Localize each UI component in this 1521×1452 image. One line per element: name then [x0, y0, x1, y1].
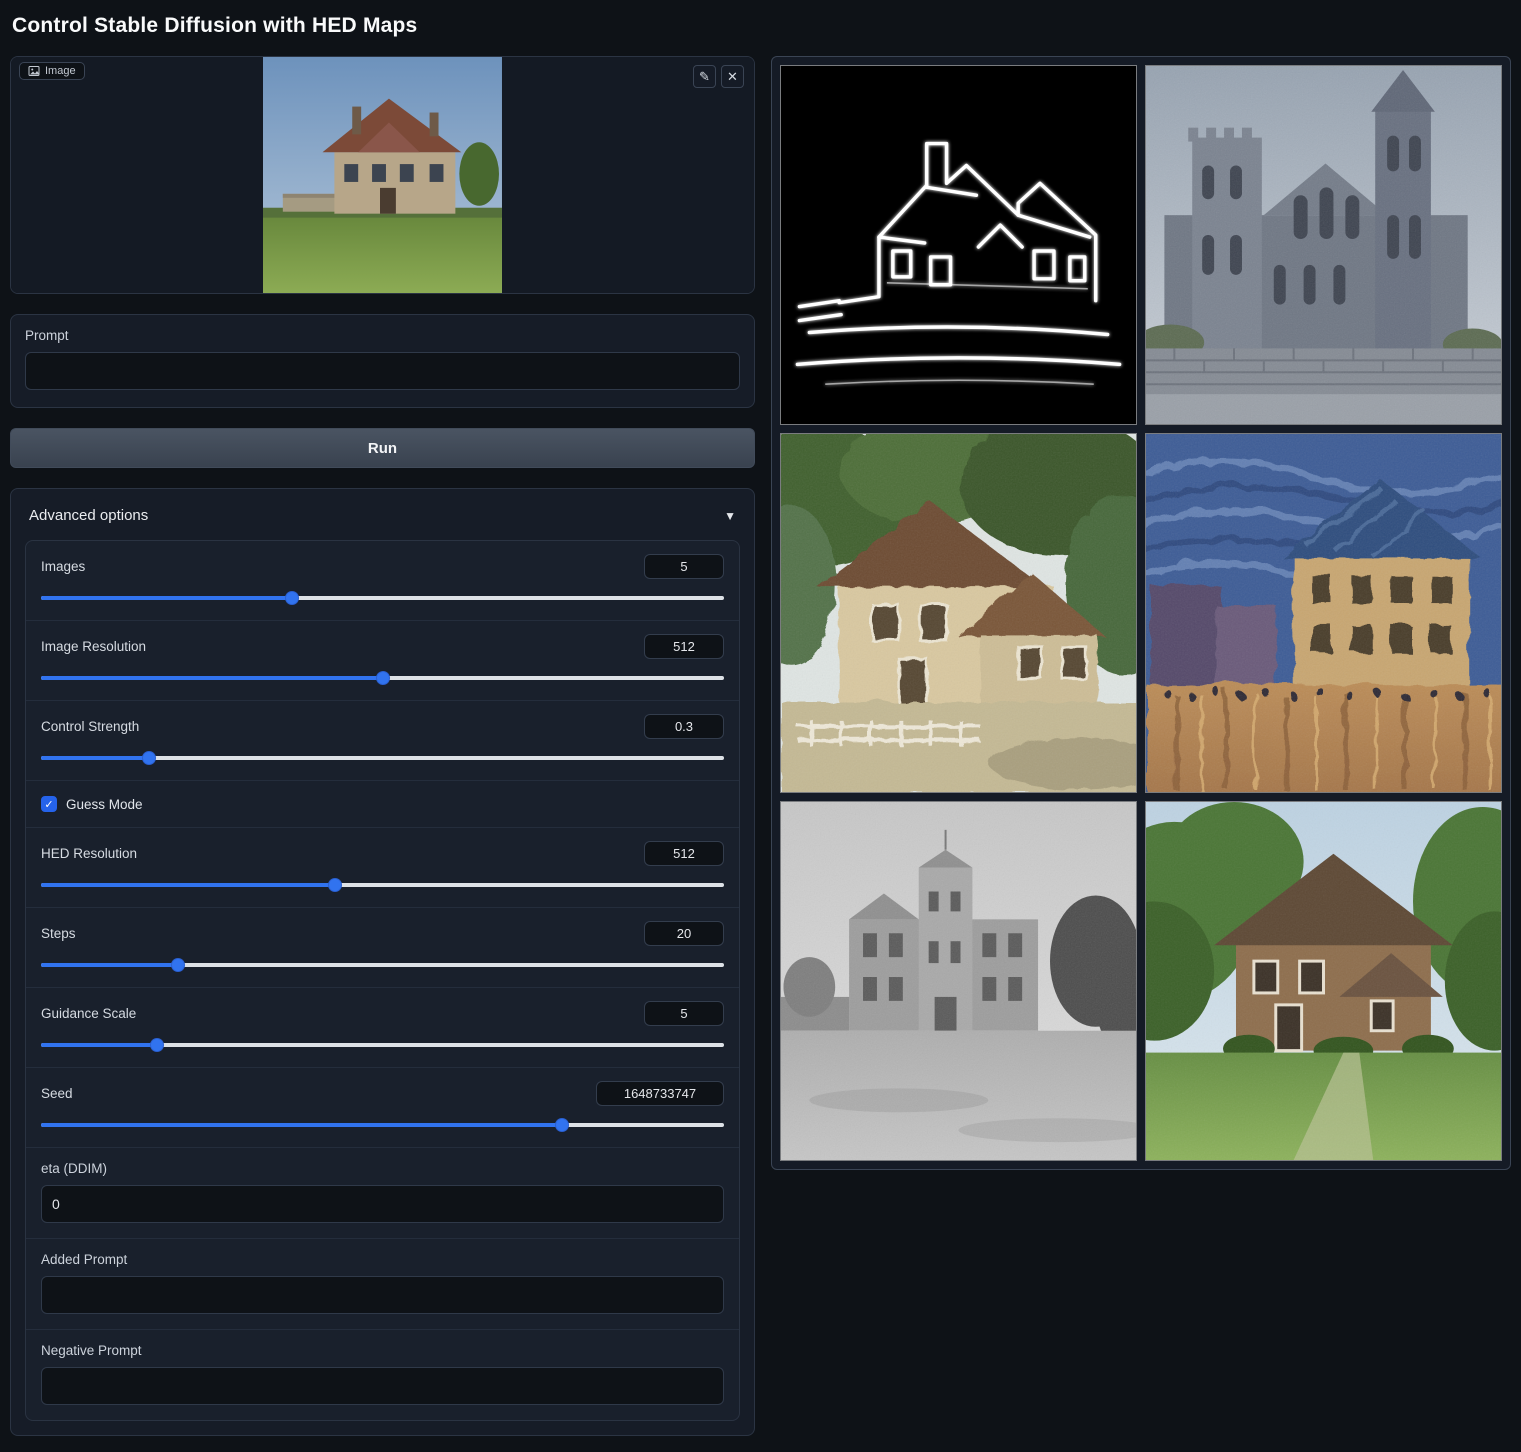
steps-option-row: Steps 20	[26, 908, 739, 988]
page-title: Control Stable Diffusion with HED Maps	[12, 14, 1511, 38]
image-actions: ✎ ✕	[693, 65, 744, 88]
eta-label: eta (DDIM)	[41, 1161, 724, 1176]
prompt-input[interactable]	[25, 352, 740, 390]
guess-mode-checkbox[interactable]: ✓	[41, 796, 57, 812]
guidance-scale-value-box[interactable]: 5	[644, 1001, 724, 1026]
seed-label: Seed	[41, 1086, 73, 1101]
images-slider[interactable]	[41, 591, 724, 605]
output-gallery	[771, 56, 1511, 1170]
image-input-label-chip: Image	[19, 62, 85, 80]
seed-value-box[interactable]: 1648733747	[596, 1081, 724, 1106]
chevron-down-icon: ▼	[724, 509, 736, 523]
steps-slider[interactable]	[41, 958, 724, 972]
image-resolution-label: Image Resolution	[41, 639, 146, 654]
slider-thumb[interactable]	[142, 751, 156, 765]
added-prompt-row: Added Prompt	[26, 1239, 739, 1330]
added-prompt-input[interactable]	[41, 1276, 724, 1314]
negative-prompt-row: Negative Prompt	[26, 1330, 739, 1420]
seed-option-row: Seed 1648733747	[26, 1068, 739, 1148]
image-resolution-value-box[interactable]: 512	[644, 634, 724, 659]
negative-prompt-label: Negative Prompt	[41, 1343, 724, 1358]
hed-edge-map-image	[781, 66, 1136, 424]
advanced-options-title: Advanced options	[29, 507, 148, 524]
image-icon	[28, 65, 40, 77]
controls-column: Image ✎ ✕	[10, 56, 755, 1436]
close-icon: ✕	[727, 70, 738, 83]
guess-mode-label: Guess Mode	[66, 797, 143, 812]
slider-thumb[interactable]	[171, 958, 185, 972]
advanced-options-body: Images 5 Image Resolution 512	[25, 540, 740, 1421]
images-value-box[interactable]: 5	[644, 554, 724, 579]
gallery-item-painted-cottage[interactable]	[780, 433, 1137, 793]
control-strength-value-box[interactable]: 0.3	[644, 714, 724, 739]
prompt-label: Prompt	[25, 328, 740, 343]
image-resolution-option-row: Image Resolution 512	[26, 621, 739, 701]
guess-mode-row: ✓ Guess Mode	[26, 781, 739, 828]
grayscale-building-image	[781, 802, 1136, 1160]
uploaded-image[interactable]	[11, 57, 754, 293]
steps-label: Steps	[41, 926, 76, 941]
output-column	[771, 56, 1511, 1170]
negative-prompt-input[interactable]	[41, 1367, 724, 1405]
prompt-panel: Prompt	[10, 314, 755, 408]
added-prompt-label: Added Prompt	[41, 1252, 724, 1267]
cathedral-image	[1146, 66, 1501, 424]
edit-image-button[interactable]: ✎	[693, 65, 716, 88]
hed-resolution-label: HED Resolution	[41, 846, 137, 861]
advanced-options-panel: Advanced options ▼ Images 5	[10, 488, 755, 1436]
guidance-scale-slider[interactable]	[41, 1038, 724, 1052]
control-strength-slider[interactable]	[41, 751, 724, 765]
app: Control Stable Diffusion with HED Maps I…	[0, 0, 1521, 1452]
slider-thumb[interactable]	[328, 878, 342, 892]
seed-slider[interactable]	[41, 1118, 724, 1132]
stylized-house-image	[1146, 434, 1501, 792]
hed-resolution-option-row: HED Resolution 512	[26, 828, 739, 908]
gallery-item-hed-map[interactable]	[780, 65, 1137, 425]
guidance-scale-option-row: Guidance Scale 5	[26, 988, 739, 1068]
images-label: Images	[41, 559, 85, 574]
gallery-item-cathedral[interactable]	[1145, 65, 1502, 425]
hed-resolution-value-box[interactable]: 512	[644, 841, 724, 866]
images-option-row: Images 5	[26, 541, 739, 621]
eta-option-row: eta (DDIM)	[26, 1148, 739, 1239]
image-input-label: Image	[45, 65, 76, 77]
advanced-options-header[interactable]: Advanced options ▼	[25, 503, 740, 540]
slider-thumb[interactable]	[376, 671, 390, 685]
gallery-item-stylized-house[interactable]	[1145, 433, 1502, 793]
main-layout: Image ✎ ✕	[10, 56, 1511, 1436]
steps-value-box[interactable]: 20	[644, 921, 724, 946]
run-button[interactable]: Run	[10, 428, 755, 468]
image-resolution-slider[interactable]	[41, 671, 724, 685]
clear-image-button[interactable]: ✕	[721, 65, 744, 88]
hed-resolution-slider[interactable]	[41, 878, 724, 892]
check-icon: ✓	[44, 798, 53, 811]
eta-input[interactable]	[41, 1185, 724, 1223]
image-input-panel: Image ✎ ✕	[10, 56, 755, 294]
slider-thumb[interactable]	[150, 1038, 164, 1052]
gallery-item-grayscale-building[interactable]	[780, 801, 1137, 1161]
house-with-lawn-image	[1146, 802, 1501, 1160]
uploaded-house-photo	[263, 57, 502, 293]
control-strength-option-row: Control Strength 0.3	[26, 701, 739, 781]
gallery-item-house-with-lawn[interactable]	[1145, 801, 1502, 1161]
painted-cottage-image	[781, 434, 1136, 792]
control-strength-label: Control Strength	[41, 719, 139, 734]
guidance-scale-label: Guidance Scale	[41, 1006, 136, 1021]
slider-thumb[interactable]	[555, 1118, 569, 1132]
slider-thumb[interactable]	[285, 591, 299, 605]
pencil-icon: ✎	[699, 70, 710, 83]
